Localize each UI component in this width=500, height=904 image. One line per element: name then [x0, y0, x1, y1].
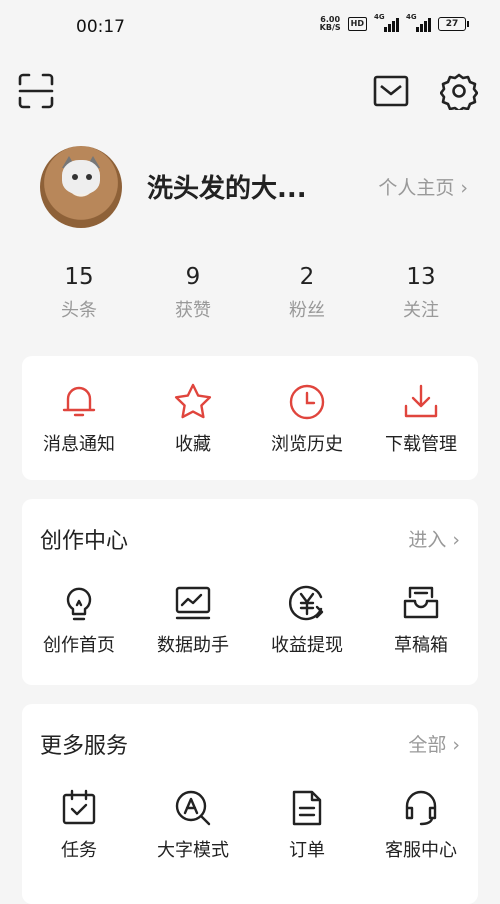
headset-icon	[405, 790, 437, 826]
quick-actions-card: 消息通知 收藏 浏览历史 下载管理	[22, 356, 478, 480]
tasks-button[interactable]: 任务	[22, 788, 136, 862]
notifications-label: 消息通知	[43, 434, 115, 455]
status-bar: 00:17 6.00 KB/S HD 4G 4G 27	[0, 0, 500, 56]
gear-icon[interactable]	[439, 72, 479, 113]
more-services-title: 更多服务	[40, 734, 129, 759]
clock-icon	[289, 384, 325, 420]
data-assistant-label: 数据助手	[157, 635, 229, 656]
drafts-label: 草稿箱	[394, 635, 448, 656]
hd-badge: HD	[347, 17, 367, 31]
orders-button[interactable]: 订单	[250, 788, 364, 862]
status-time: 00:17	[76, 17, 125, 37]
magnifier-a-icon	[175, 790, 211, 826]
stats-row: 15 头条 9 获赞 2 粉丝 13 关注	[22, 264, 478, 328]
download-icon	[404, 384, 438, 418]
order-icon	[292, 790, 322, 826]
stat-following[interactable]: 13 关注	[364, 264, 478, 328]
signal-1-icon: 4G	[374, 13, 399, 32]
favorites-button[interactable]: 收藏	[136, 382, 250, 456]
earnings-withdraw-button[interactable]: 收益提现	[250, 583, 364, 657]
homepage-link[interactable]: 个人主页 ›	[378, 173, 468, 200]
stat-label: 关注	[403, 300, 439, 321]
stat-label: 头条	[61, 300, 97, 321]
stat-label: 粉丝	[289, 300, 325, 321]
signal-2-icon: 4G	[406, 13, 431, 32]
creation-home-label: 创作首页	[43, 635, 115, 656]
mail-icon[interactable]	[372, 72, 410, 110]
creation-center-title: 创作中心	[40, 529, 129, 554]
stat-value: 2	[299, 264, 315, 290]
large-font-mode-label: 大字模式	[157, 840, 229, 861]
large-font-mode-button[interactable]: 大字模式	[136, 788, 250, 862]
task-icon	[62, 789, 96, 825]
notifications-button[interactable]: 消息通知	[22, 382, 136, 456]
stat-headlines[interactable]: 15 头条	[22, 264, 136, 328]
customer-service-button[interactable]: 客服中心	[364, 788, 478, 862]
more-services-card: 更多服务 全部 › 任务 大字模式 订单 客服中心	[22, 704, 478, 904]
stat-value: 13	[406, 264, 436, 290]
stat-value: 15	[64, 264, 94, 290]
more-services-all-link[interactable]: 全部 ›	[408, 730, 460, 757]
stat-followers[interactable]: 2 粉丝	[250, 264, 364, 328]
profile-section[interactable]: 洗头发的大... 个人主页 ›	[40, 146, 480, 230]
tasks-label: 任务	[61, 840, 97, 861]
orders-label: 订单	[289, 840, 325, 861]
inbox-icon	[403, 586, 439, 619]
username: 洗头发的大...	[147, 174, 307, 204]
downloads-button[interactable]: 下载管理	[364, 382, 478, 456]
avatar[interactable]	[40, 146, 122, 228]
customer-service-label: 客服中心	[385, 840, 457, 861]
stat-likes[interactable]: 9 获赞	[136, 264, 250, 328]
scan-icon[interactable]	[17, 72, 55, 110]
bell-icon	[62, 386, 96, 417]
drafts-button[interactable]: 草稿箱	[364, 583, 478, 657]
earnings-withdraw-label: 收益提现	[271, 635, 343, 656]
status-indicators: 6.00 KB/S HD 4G 4G 27	[320, 13, 469, 32]
creation-home-button[interactable]: 创作首页	[22, 583, 136, 657]
creation-center-card: 创作中心 进入 › 创作首页 数据助手 收益提现 草稿箱	[22, 499, 478, 685]
star-icon	[174, 383, 212, 419]
chart-monitor-icon	[175, 586, 211, 620]
creation-center-enter-link[interactable]: 进入 ›	[408, 525, 460, 552]
battery-icon: 27	[438, 17, 469, 31]
stat-label: 获赞	[175, 300, 211, 321]
data-assistant-button[interactable]: 数据助手	[136, 583, 250, 657]
stat-value: 9	[185, 264, 201, 290]
history-label: 浏览历史	[271, 434, 343, 455]
network-speed: 6.00 KB/S	[320, 16, 341, 32]
network-speed-unit: KB/S	[319, 23, 341, 32]
downloads-label: 下载管理	[385, 434, 457, 455]
yuan-icon	[289, 585, 324, 621]
lightbulb-icon	[66, 587, 92, 621]
favorites-label: 收藏	[175, 434, 211, 455]
history-button[interactable]: 浏览历史	[250, 382, 364, 456]
